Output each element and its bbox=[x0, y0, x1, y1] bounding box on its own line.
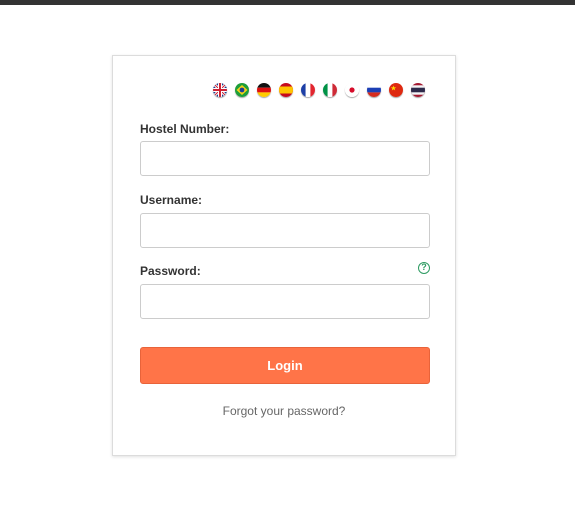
question-circle-icon[interactable]: ? bbox=[418, 262, 430, 274]
spain-flag-icon[interactable] bbox=[279, 83, 293, 97]
password-label: Password: bbox=[140, 264, 201, 278]
japan-flag-icon[interactable] bbox=[345, 83, 359, 97]
top-bar bbox=[0, 0, 575, 5]
hostel-number-label: Hostel Number: bbox=[140, 122, 230, 136]
thailand-flag-icon[interactable] bbox=[411, 83, 425, 97]
russia-flag-icon[interactable] bbox=[367, 83, 381, 97]
login-button[interactable]: Login bbox=[140, 347, 430, 384]
germany-flag-icon[interactable] bbox=[257, 83, 271, 97]
china-flag-icon[interactable] bbox=[389, 83, 403, 97]
login-card: Hostel Number: Username: Password: ? Log… bbox=[112, 55, 456, 456]
italy-flag-icon[interactable] bbox=[323, 83, 337, 97]
hostel-number-input[interactable] bbox=[140, 141, 430, 176]
username-label: Username: bbox=[140, 193, 203, 207]
language-selector bbox=[213, 83, 425, 97]
forgot-password-link[interactable]: Forgot your password? bbox=[113, 404, 455, 418]
password-input[interactable] bbox=[140, 284, 430, 319]
username-input[interactable] bbox=[140, 213, 430, 248]
uk-flag-icon[interactable] bbox=[213, 83, 227, 97]
france-flag-icon[interactable] bbox=[301, 83, 315, 97]
brazil-flag-icon[interactable] bbox=[235, 83, 249, 97]
